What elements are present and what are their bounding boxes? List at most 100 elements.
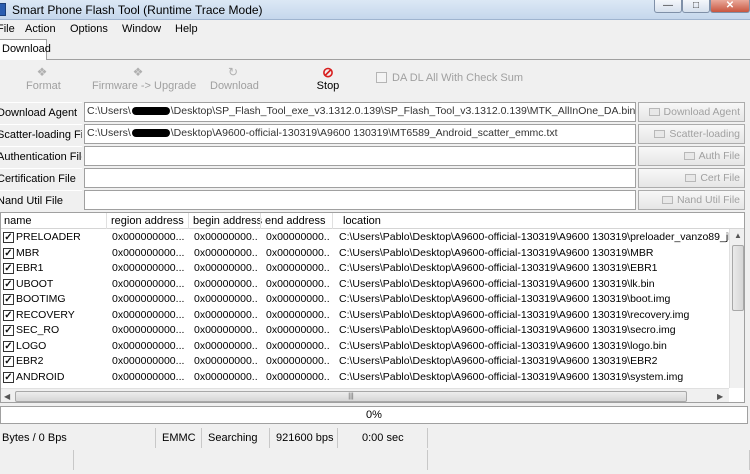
cell-begin-address: 0x00000000... (194, 293, 258, 305)
cell-begin-address: 0x00000000... (194, 246, 258, 259)
table-row[interactable]: ✓ LOGO 0x000000000... 0x00000000... 0x000000… (1, 339, 729, 355)
menu-bar: File Action Options Window Help (0, 20, 750, 39)
firmware-upgrade-button[interactable]: ❖ Firmware -> Upgrade (92, 64, 196, 92)
cell-end-address: 0x00000000... (266, 370, 330, 383)
app-icon (0, 3, 6, 16)
cell-name: UBOOT (16, 277, 54, 290)
cell-region-address: 0x000000000... (112, 293, 185, 305)
column-divider[interactable] (106, 213, 107, 229)
scroll-up-arrow-icon[interactable]: ▲ (734, 231, 742, 240)
scatter-label: Scatter-loading File (0, 124, 82, 144)
horizontal-scrollbar[interactable]: ◀ ||| ▶ (1, 388, 729, 402)
scroll-right-arrow-icon[interactable]: ▶ (717, 392, 723, 401)
row-checkbox[interactable]: ✓ (3, 247, 14, 259)
download-agent-button[interactable]: Download Agent (638, 102, 745, 122)
table-row[interactable]: ✓ PRELOADER 0x000000000... 0x00000000... 0x0… (1, 230, 729, 246)
progress-bar: 0% (0, 406, 748, 424)
cell-end-address: 0x00000000... (266, 277, 330, 290)
download-agent-path-pre: C:\Users\ (87, 105, 131, 117)
upgrade-icon: ❖ (132, 65, 144, 79)
table-row[interactable]: ✓ UBOOT 0x000000000... 0x00000000... 0x00000… (1, 277, 729, 293)
auth-file-button[interactable]: Auth File (638, 146, 745, 166)
download-agent-path[interactable]: C:\Users\ \Desktop\SP_Flash_Tool_exe_v3.1… (84, 102, 636, 122)
scatter-path[interactable]: C:\Users\ \Desktop\A9600-official-130319\… (84, 124, 636, 144)
auth-label: Authentication File (0, 146, 82, 166)
stop-button[interactable]: ⊘ Stop (316, 64, 340, 92)
table-row[interactable]: ✓ MBR 0x000000000... 0x00000000... 0x0000000… (1, 246, 729, 262)
auth-path[interactable] (84, 146, 636, 166)
table-row[interactable]: ✓ SEC_RO 0x000000000... 0x00000000... 0x0000… (1, 323, 729, 339)
minimize-button[interactable]: — (654, 0, 682, 13)
column-header-name[interactable]: name (4, 215, 32, 227)
column-divider[interactable] (188, 213, 189, 229)
horizontal-scroll-thumb[interactable]: ||| (15, 391, 687, 402)
nand-label: Nand Util File (0, 190, 82, 210)
cell-location: C:\Users\Pablo\Desktop\A9600-official-13… (339, 246, 654, 259)
row-checkbox[interactable]: ✓ (3, 371, 14, 383)
cell-name: MBR (16, 246, 40, 259)
row-checkbox[interactable]: ✓ (3, 278, 14, 290)
cell-region-address: 0x000000000... (112, 355, 185, 367)
table-row[interactable]: ✓ EBR2 0x000000000... 0x00000000... 0x000000… (1, 354, 729, 370)
row-checkbox[interactable]: ✓ (3, 309, 14, 321)
row-checkbox[interactable]: ✓ (3, 232, 14, 243)
menu-action[interactable]: Action (25, 23, 56, 35)
table-row[interactable]: ✓ ANDROID 0x000000000... 0x00000000... 0x000… (1, 370, 729, 386)
vertical-scrollbar[interactable]: ▲ (729, 229, 744, 388)
column-divider[interactable] (260, 213, 261, 229)
row-checkbox[interactable]: ✓ (3, 294, 14, 305)
status-cell (430, 450, 750, 470)
cell-location: C:\Users\Pablo\Desktop\A9600-official-13… (339, 277, 655, 290)
cell-name: ANDROID (16, 370, 65, 383)
progress-text: 0% (366, 409, 382, 421)
row-checkbox[interactable]: ✓ (3, 356, 14, 367)
cell-begin-address: 0x00000000... (194, 324, 258, 336)
column-header-end[interactable]: end address (265, 215, 326, 227)
format-button[interactable]: ❖ Format (26, 64, 61, 92)
menu-window[interactable]: Window (122, 23, 161, 35)
nand-util-button[interactable]: Nand Util File (638, 190, 745, 210)
table-row[interactable]: ✓ EBR1 0x000000000... 0x00000000... 0x000000… (1, 261, 729, 277)
download-button[interactable]: ↻ Download (210, 64, 259, 92)
nand-path[interactable] (84, 190, 636, 210)
column-divider[interactable] (332, 213, 333, 229)
cell-location: C:\Users\Pablo\Desktop\A9600-official-13… (339, 262, 658, 274)
menu-help[interactable]: Help (175, 23, 198, 35)
cell-region-address: 0x000000000... (112, 246, 185, 259)
table-row[interactable]: ✓ RECOVERY 0x000000000... 0x00000000... 0x00… (1, 308, 729, 324)
scatter-path-pre: C:\Users\ (87, 127, 131, 139)
column-header-begin[interactable]: begin address (193, 215, 262, 227)
format-label: Format (26, 80, 61, 92)
row-checkbox[interactable]: ✓ (3, 340, 14, 352)
row-checkbox[interactable]: ✓ (3, 325, 14, 336)
folder-icon (683, 152, 695, 160)
cell-region-address: 0x000000000... (112, 324, 185, 336)
stop-label: Stop (316, 80, 340, 92)
column-header-location[interactable]: location (343, 215, 381, 227)
table-row[interactable]: ✓ BOOTIMG 0x000000000... 0x00000000... 0x000… (1, 292, 729, 308)
maximize-button[interactable]: □ (682, 0, 710, 13)
cell-name: SEC_RO (16, 324, 60, 336)
stop-icon: ⊘ (322, 64, 334, 80)
scatter-loading-button-label: Scatter-loading (669, 128, 740, 140)
column-header-region[interactable]: region address (111, 215, 184, 227)
scroll-left-arrow-icon[interactable]: ◀ (4, 392, 10, 401)
cell-location: C:\Users\Pablo\Desktop\A9600-official-13… (339, 231, 729, 243)
vertical-scroll-thumb[interactable] (732, 245, 744, 311)
scatter-loading-button[interactable]: Scatter-loading (638, 124, 745, 144)
cell-region-address: 0x000000000... (112, 308, 185, 321)
cell-location: C:\Users\Pablo\Desktop\A9600-official-13… (339, 324, 676, 336)
menu-options[interactable]: Options (70, 23, 108, 35)
row-checkbox[interactable]: ✓ (3, 263, 14, 274)
tab-download[interactable]: Download (0, 39, 51, 60)
close-button[interactable]: ✕ (710, 0, 750, 13)
cell-location: C:\Users\Pablo\Desktop\A9600-official-13… (339, 308, 690, 321)
cert-file-button[interactable]: Cert File (638, 168, 745, 188)
cert-path[interactable] (84, 168, 636, 188)
cell-location: C:\Users\Pablo\Desktop\A9600-official-13… (339, 339, 667, 352)
da-dl-all-checkbox[interactable]: DA DL All With Check Sum (376, 72, 523, 84)
status-time: 0:00 sec (340, 428, 428, 448)
menu-file[interactable]: File (0, 23, 15, 35)
cell-name: RECOVERY (16, 308, 75, 321)
cell-name: EBR2 (16, 355, 44, 367)
